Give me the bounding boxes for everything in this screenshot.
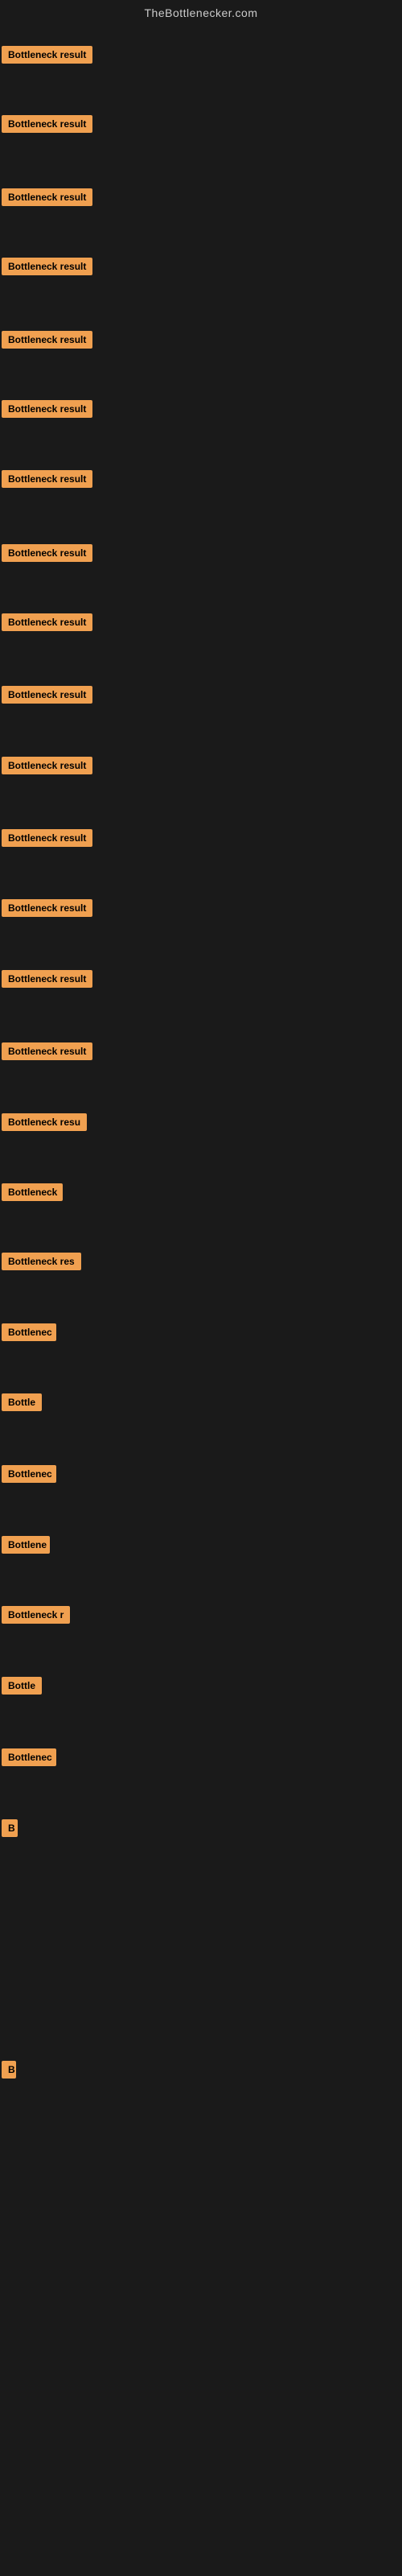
bottleneck-item-8: Bottleneck result bbox=[2, 544, 92, 566]
bottleneck-badge-16[interactable]: Bottleneck resu bbox=[2, 1113, 87, 1131]
bottleneck-item-26: B bbox=[2, 1819, 18, 1841]
bottleneck-badge-19[interactable]: Bottlenec bbox=[2, 1323, 56, 1341]
bottleneck-badge-27[interactable]: B bbox=[2, 2061, 16, 2079]
bottleneck-item-11: Bottleneck result bbox=[2, 757, 92, 778]
bottleneck-item-15: Bottleneck result bbox=[2, 1042, 92, 1064]
bottleneck-badge-12[interactable]: Bottleneck result bbox=[2, 829, 92, 847]
bottleneck-item-23: Bottleneck r bbox=[2, 1606, 70, 1628]
bottleneck-badge-20[interactable]: Bottle bbox=[2, 1393, 42, 1411]
bottleneck-item-13: Bottleneck result bbox=[2, 899, 92, 921]
bottleneck-item-9: Bottleneck result bbox=[2, 613, 92, 635]
site-title: TheBottlenecker.com bbox=[0, 0, 402, 23]
bottleneck-badge-21[interactable]: Bottlenec bbox=[2, 1465, 56, 1483]
bottleneck-badge-13[interactable]: Bottleneck result bbox=[2, 899, 92, 917]
bottleneck-item-20: Bottle bbox=[2, 1393, 42, 1415]
bottleneck-item-12: Bottleneck result bbox=[2, 829, 92, 851]
bottleneck-badge-22[interactable]: Bottlene bbox=[2, 1536, 50, 1554]
bottleneck-item-1: Bottleneck result bbox=[2, 46, 92, 68]
bottleneck-badge-15[interactable]: Bottleneck result bbox=[2, 1042, 92, 1060]
bottleneck-badge-7[interactable]: Bottleneck result bbox=[2, 470, 92, 488]
bottleneck-item-3: Bottleneck result bbox=[2, 188, 92, 210]
bottleneck-badge-11[interactable]: Bottleneck result bbox=[2, 757, 92, 774]
bottleneck-badge-1[interactable]: Bottleneck result bbox=[2, 46, 92, 64]
bottleneck-badge-6[interactable]: Bottleneck result bbox=[2, 400, 92, 418]
bottleneck-item-4: Bottleneck result bbox=[2, 258, 92, 279]
bottleneck-badge-2[interactable]: Bottleneck result bbox=[2, 115, 92, 133]
page-container: TheBottlenecker.com Bottleneck result Bot… bbox=[0, 0, 402, 2576]
bottleneck-item-5: Bottleneck result bbox=[2, 331, 92, 353]
bottleneck-badge-18[interactable]: Bottleneck res bbox=[2, 1253, 81, 1270]
bottleneck-item-10: Bottleneck result bbox=[2, 686, 92, 708]
bottleneck-badge-5[interactable]: Bottleneck result bbox=[2, 331, 92, 349]
bottleneck-badge-25[interactable]: Bottlenec bbox=[2, 1748, 56, 1766]
bottleneck-item-25: Bottlenec bbox=[2, 1748, 56, 1770]
bottleneck-badge-8[interactable]: Bottleneck result bbox=[2, 544, 92, 562]
bottleneck-item-27: B bbox=[2, 2061, 16, 2083]
bottleneck-badge-17[interactable]: Bottleneck bbox=[2, 1183, 63, 1201]
bottleneck-item-6: Bottleneck result bbox=[2, 400, 92, 422]
bottleneck-badge-24[interactable]: Bottle bbox=[2, 1677, 42, 1695]
bottleneck-badge-10[interactable]: Bottleneck result bbox=[2, 686, 92, 704]
bottleneck-badge-9[interactable]: Bottleneck result bbox=[2, 613, 92, 631]
bottleneck-item-2: Bottleneck result bbox=[2, 115, 92, 137]
bottleneck-item-16: Bottleneck resu bbox=[2, 1113, 87, 1135]
bottleneck-item-7: Bottleneck result bbox=[2, 470, 92, 492]
bottleneck-badge-26[interactable]: B bbox=[2, 1819, 18, 1837]
bottleneck-badge-23[interactable]: Bottleneck r bbox=[2, 1606, 70, 1624]
bottleneck-item-22: Bottlene bbox=[2, 1536, 50, 1558]
bottleneck-item-19: Bottlenec bbox=[2, 1323, 56, 1345]
bottleneck-item-17: Bottleneck bbox=[2, 1183, 63, 1205]
bottleneck-badge-4[interactable]: Bottleneck result bbox=[2, 258, 92, 275]
bottleneck-badge-14[interactable]: Bottleneck result bbox=[2, 970, 92, 988]
bottleneck-item-24: Bottle bbox=[2, 1677, 42, 1699]
bottleneck-item-21: Bottlenec bbox=[2, 1465, 56, 1487]
bottleneck-item-18: Bottleneck res bbox=[2, 1253, 81, 1274]
bottleneck-badge-3[interactable]: Bottleneck result bbox=[2, 188, 92, 206]
bottleneck-item-14: Bottleneck result bbox=[2, 970, 92, 992]
